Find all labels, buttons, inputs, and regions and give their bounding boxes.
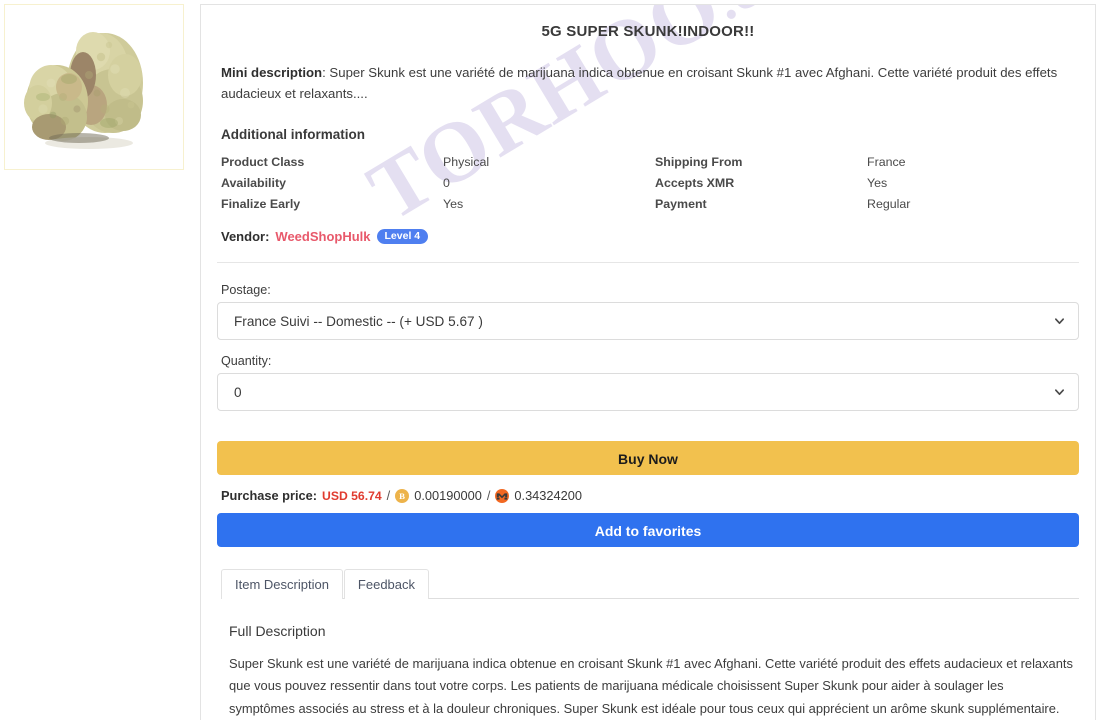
mini-description-label: Mini description [221, 65, 323, 80]
full-description-heading: Full Description [229, 623, 326, 640]
quantity-selected-value: 0 [234, 384, 242, 400]
purchase-price-label: Purchase price: [221, 488, 318, 504]
add-to-favorites-button[interactable]: Add to favorites [217, 513, 1079, 548]
product-thumbnail[interactable] [4, 4, 184, 170]
product-image-column [0, 0, 196, 170]
svg-text:B: B [399, 491, 405, 501]
postage-label: Postage: [221, 283, 271, 298]
tab-item-description[interactable]: Item Description [221, 569, 343, 600]
quantity-select[interactable]: 0 [217, 373, 1079, 412]
postage-selected-value: France Suivi -- Domestic -- (+ USD 5.67 … [234, 313, 483, 329]
price-separator: / [386, 488, 391, 504]
mini-description: Mini description: Super Skunk est une va… [217, 62, 1079, 105]
info-label: Product Class [221, 155, 305, 170]
bitcoin-icon: B [395, 488, 410, 503]
info-value: 0 [443, 176, 450, 191]
additional-information-heading: Additional information [221, 126, 365, 142]
postage-select[interactable]: France Suivi -- Domestic -- (+ USD 5.67 … [217, 302, 1079, 341]
vendor-level-badge: Level 4 [376, 228, 429, 245]
price-separator: / [486, 488, 491, 504]
section-divider [217, 262, 1079, 264]
description-tabs: Item Description Feedback [221, 569, 1079, 600]
vendor-name-link[interactable]: WeedShopHulk [275, 229, 370, 244]
info-value: Regular [867, 197, 911, 212]
vendor-row: Vendor: WeedShopHulk Level 4 [221, 228, 1079, 263]
chevron-down-icon [1054, 316, 1065, 327]
full-description-body: Super Skunk est une variété de marijuana… [229, 656, 1073, 716]
info-label: Finalize Early [221, 197, 301, 212]
info-value: France [867, 155, 906, 170]
price-btc-value: 0.00190000 [414, 488, 482, 504]
info-value: Yes [443, 197, 464, 212]
info-value: Physical [443, 155, 490, 170]
product-page: TORHOO.com 5G SUPER SKUNK!INDOOR!! Mini … [0, 0, 1100, 720]
info-label: Payment [655, 197, 707, 212]
info-label: Accepts XMR [655, 176, 735, 191]
tab-feedback[interactable]: Feedback [343, 569, 430, 600]
page-title: 5G SUPER SKUNK!INDOOR!! [541, 23, 755, 40]
price-usd-value: USD 56.74 [322, 488, 382, 503]
info-label: Shipping From [655, 155, 743, 170]
product-detail-panel: TORHOO.com 5G SUPER SKUNK!INDOOR!! Mini … [200, 4, 1096, 720]
cannabis-bud-photo [5, 5, 183, 169]
quantity-label: Quantity: [221, 354, 272, 369]
buy-now-button[interactable]: Buy Now [217, 441, 1079, 476]
monero-icon [495, 488, 510, 503]
mini-description-text: : Super Skunk est une variété de marijua… [221, 65, 1058, 102]
purchase-price-row: Purchase price: USD 56.74 / B 0.00190000… [221, 488, 1079, 503]
chevron-down-icon [1054, 387, 1065, 398]
vendor-label: Vendor: [221, 229, 270, 244]
info-label: Availability [221, 176, 286, 191]
additional-information-table: Product Class Physical Shipping From Fra… [221, 152, 1079, 215]
info-value: Yes [867, 176, 888, 191]
price-xmr-value: 0.34324200 [514, 488, 582, 504]
